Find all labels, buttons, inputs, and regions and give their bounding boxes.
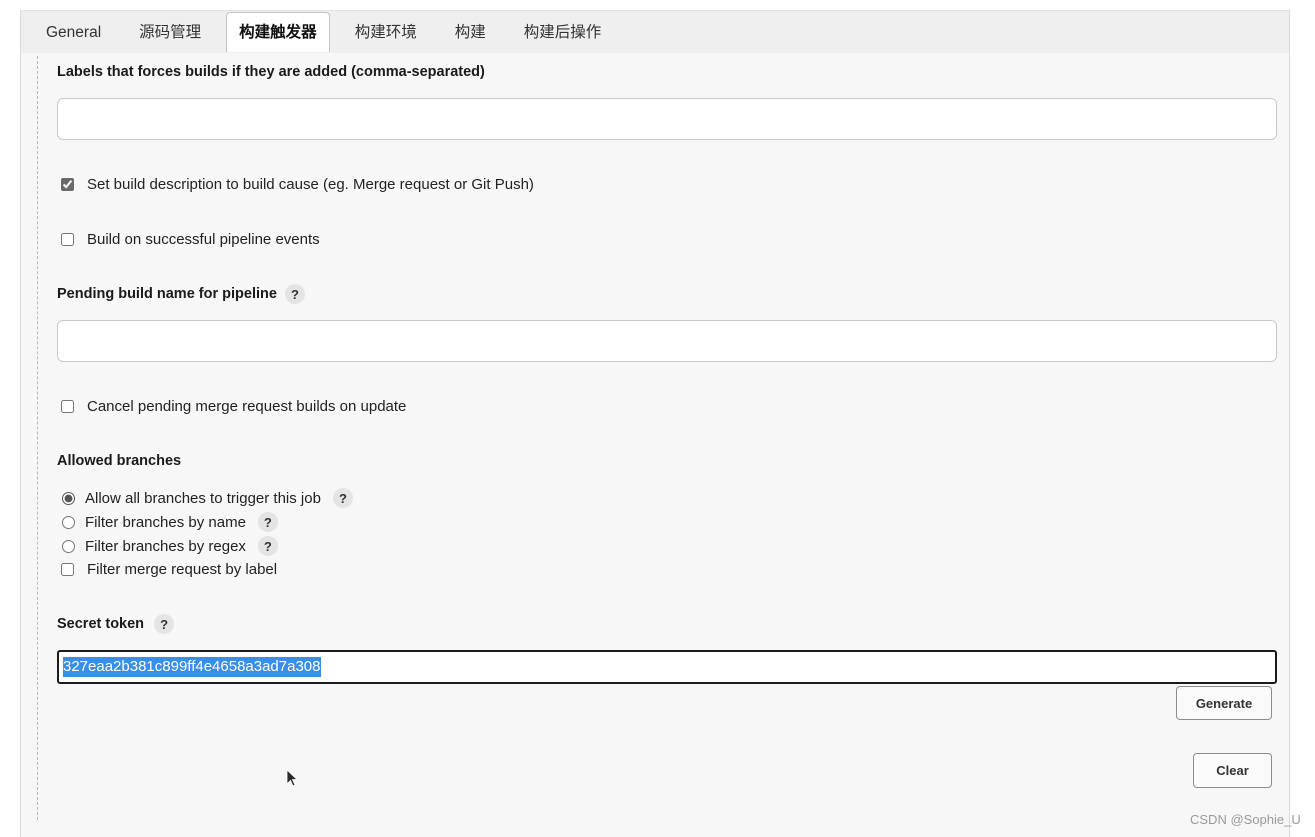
filter-branches-by-regex-label: Filter branches by regex	[85, 537, 246, 555]
cancel-pending-builds-label: Cancel pending merge request builds on u…	[87, 397, 407, 415]
pending-build-name-help-icon[interactable]: ?	[284, 284, 305, 304]
allow-all-branches-option[interactable]: Allow all branches to trigger this job ?	[62, 488, 353, 508]
allow-all-branches-radio[interactable]	[62, 491, 75, 505]
tab-build-triggers[interactable]: 构建触发器	[226, 12, 330, 52]
build-on-pipeline-events-checkbox[interactable]	[61, 232, 74, 246]
secret-token-help-icon[interactable]: ?	[154, 614, 175, 634]
cancel-pending-builds-checkbox[interactable]	[61, 399, 74, 413]
clear-token-button[interactable]: Clear	[1193, 753, 1272, 788]
set-build-description-label: Set build description to build cause (eg…	[87, 175, 534, 193]
generate-token-button[interactable]: Generate	[1176, 686, 1272, 720]
labels-force-builds-heading: Labels that forces builds if they are ad…	[57, 62, 485, 82]
allowed-branches-heading: Allowed branches	[57, 451, 181, 471]
section-tab-bar: General 源码管理 构建触发器 构建环境 构建 构建后操作	[21, 11, 1289, 53]
section-indent-guide	[37, 56, 38, 820]
labels-force-builds-heading-text: Labels that forces builds if they are ad…	[57, 64, 485, 80]
allow-all-branches-help-icon[interactable]: ?	[332, 488, 353, 508]
filter-branches-by-name-help-icon[interactable]: ?	[257, 512, 278, 532]
filter-merge-request-by-label-checkbox[interactable]	[61, 562, 74, 576]
labels-force-builds-input[interactable]	[57, 98, 1277, 140]
set-build-description-option[interactable]: Set build description to build cause (eg…	[61, 174, 534, 194]
filter-merge-request-by-label-label: Filter merge request by label	[87, 560, 278, 578]
filter-branches-by-regex-option[interactable]: Filter branches by regex ?	[62, 536, 278, 556]
filter-branches-by-name-option[interactable]: Filter branches by name ?	[62, 512, 278, 532]
build-on-pipeline-events-option[interactable]: Build on successful pipeline events	[61, 229, 320, 249]
allow-all-branches-label: Allow all branches to trigger this job	[85, 489, 321, 507]
tab-source-code-management[interactable]: 源码管理	[126, 12, 214, 52]
secret-token-input[interactable]: 327eaa2b381c899ff4e4658a3ad7a308	[57, 650, 1277, 684]
tab-general[interactable]: General	[33, 12, 114, 52]
filter-branches-by-regex-radio[interactable]	[62, 539, 75, 553]
build-on-pipeline-events-label: Build on successful pipeline events	[87, 230, 320, 248]
filter-merge-request-by-label-option[interactable]: Filter merge request by label	[61, 559, 277, 579]
filter-branches-by-regex-help-icon[interactable]: ?	[257, 536, 278, 556]
filter-branches-by-name-label: Filter branches by name	[85, 513, 246, 531]
cancel-pending-builds-option[interactable]: Cancel pending merge request builds on u…	[61, 396, 406, 416]
pending-build-name-input[interactable]	[57, 320, 1277, 362]
tab-post-build-actions[interactable]: 构建后操作	[511, 12, 615, 52]
tab-build-environment[interactable]: 构建环境	[342, 12, 430, 52]
mouse-pointer-icon	[286, 769, 298, 787]
pending-build-name-heading: Pending build name for pipeline ?	[57, 284, 305, 304]
secret-token-value: 327eaa2b381c899ff4e4658a3ad7a308	[63, 657, 321, 677]
watermark: CSDN @Sophie_U	[1190, 812, 1301, 827]
secret-token-heading: Secret token ?	[57, 614, 175, 634]
allowed-branches-heading-text: Allowed branches	[57, 453, 182, 469]
tab-list: General 源码管理 构建触发器 构建环境 构建 构建后操作	[33, 12, 614, 52]
tab-build[interactable]: 构建	[442, 12, 499, 52]
set-build-description-checkbox[interactable]	[61, 177, 74, 191]
secret-token-heading-text: Secret token	[57, 616, 145, 632]
pending-build-name-heading-text: Pending build name for pipeline	[57, 286, 277, 302]
filter-branches-by-name-radio[interactable]	[62, 515, 75, 529]
